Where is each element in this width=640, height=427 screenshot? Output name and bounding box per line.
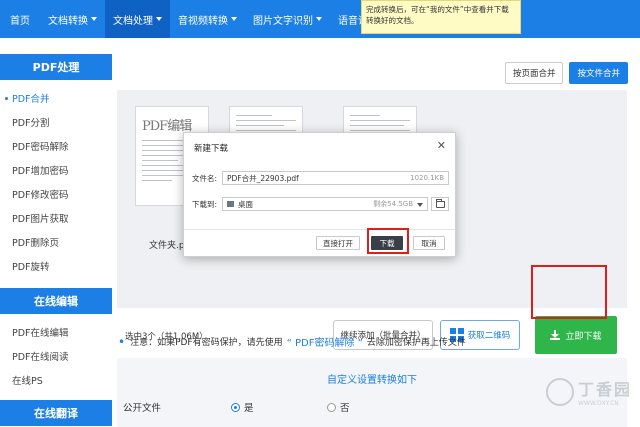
radio-unchecked-icon: [327, 402, 336, 412]
filename-label: 文件名:: [192, 173, 218, 183]
dialog-divider: [184, 229, 455, 230]
chevron-down-icon: [91, 17, 97, 21]
sidebar-item-pdf-online-edit[interactable]: PDF在线编辑: [0, 320, 112, 344]
sidebar-item-pdf-change-password[interactable]: PDF修改密码: [0, 182, 112, 206]
public-file-label: 公开文件: [123, 403, 162, 414]
chevron-down-icon: [316, 17, 322, 21]
download-now-button[interactable]: 立即下载: [535, 316, 617, 354]
nav-ocr[interactable]: 图片文字识别: [245, 0, 330, 38]
top-nav: 首页 文档转换 文档处理 音视频转换 图片文字识别 语音识别: [0, 0, 640, 38]
highlight-box-download-now: [531, 265, 607, 319]
sidebar-item-pdf-online-read[interactable]: PDF在线阅读: [0, 344, 112, 368]
tooltip: 完成转换后，可在“我的文件”中查看并下载转换好的文档。: [361, 0, 521, 34]
watermark: 丁香园 WWW.DXY.CN: [545, 376, 632, 407]
bullet-icon: •: [118, 334, 126, 349]
sidebar-item-pdf-delete-pages[interactable]: PDF删除页: [0, 230, 112, 254]
folder-icon: [435, 198, 445, 208]
nav-doc-convert[interactable]: 文档转换: [40, 0, 105, 38]
filename-row: 文件名: PDF合并_22903.pdf 1020.1KB: [192, 171, 449, 185]
public-yes-option[interactable]: 是: [231, 400, 327, 414]
merge-by-file-button[interactable]: 按文件合并: [569, 62, 628, 84]
dialog-title: 新建下载: [194, 144, 229, 154]
saveto-label: 下载到:: [192, 199, 218, 209]
chevron-down-icon: [156, 17, 162, 21]
desktop-icon: [227, 201, 234, 207]
sidebar-item-pdf-add-password[interactable]: PDF增加密码: [0, 158, 112, 182]
sidebar: PDF处理 PDF合并 PDF分割 PDF密码解除 PDF增加密码 PDF修改密…: [0, 38, 112, 427]
chevron-down-icon: [417, 203, 423, 207]
sidebar-item-online-ps[interactable]: 在线PS: [0, 368, 112, 392]
sidebar-item-pdf-extract-images[interactable]: PDF图片获取: [0, 206, 112, 230]
browse-folder-button[interactable]: [431, 197, 449, 211]
brand-logo-icon: [545, 377, 574, 406]
highlight-box-download: [367, 228, 409, 254]
watermark-brand: 丁香园: [577, 380, 632, 399]
sidebar-item-pdf-split[interactable]: PDF分割: [0, 110, 112, 134]
nav-av-convert[interactable]: 音视频转换: [170, 0, 245, 38]
merge-mode-group: 按页面合并 按文件合并: [504, 62, 628, 84]
download-icon: [550, 330, 561, 340]
password-notice: • 注意：如果PDF有密码保护，请先使用 “ PDF密码解除 ” 去除加密保护再…: [118, 334, 466, 350]
chevron-down-icon: [231, 17, 237, 21]
sidebar-section-online-edit: 在线编辑: [0, 288, 112, 314]
sidebar-item-pdf-merge[interactable]: PDF合并: [0, 86, 112, 110]
open-directly-button[interactable]: 直接打开: [316, 236, 360, 250]
nav-home[interactable]: 首页: [0, 0, 40, 38]
pdf-unlock-link[interactable]: “ PDF密码解除 ”: [287, 334, 363, 349]
download-dialog: 新建下载 ✕ 文件名: PDF合并_22903.pdf 1020.1KB 下载到…: [183, 132, 456, 257]
radio-checked-icon: [231, 402, 240, 412]
saveto-select[interactable]: 桌面 剩余54.5GB: [222, 197, 428, 211]
sidebar-section-translate: 在线翻译: [0, 400, 112, 426]
cancel-button[interactable]: 取消: [413, 236, 445, 250]
sidebar-item-pdf-rotate[interactable]: PDF旋转: [0, 254, 112, 278]
merge-by-page-button[interactable]: 按页面合并: [504, 62, 564, 84]
nav-doc-process[interactable]: 文档处理: [105, 0, 170, 38]
close-icon[interactable]: ✕: [437, 139, 446, 152]
free-space: 剩余54.5GB: [373, 200, 413, 208]
sidebar-section-pdf: PDF处理: [0, 54, 112, 80]
public-no-option[interactable]: 否: [327, 400, 350, 414]
watermark-url: WWW.DXY.CN: [577, 400, 619, 407]
sidebar-item-pdf-unlock[interactable]: PDF密码解除: [0, 134, 112, 158]
filename-input[interactable]: PDF合并_22903.pdf 1020.1KB: [222, 171, 449, 185]
file-size: 1020.1KB: [410, 174, 444, 182]
saveto-row: 下载到: 桌面 剩余54.5GB: [192, 197, 449, 211]
